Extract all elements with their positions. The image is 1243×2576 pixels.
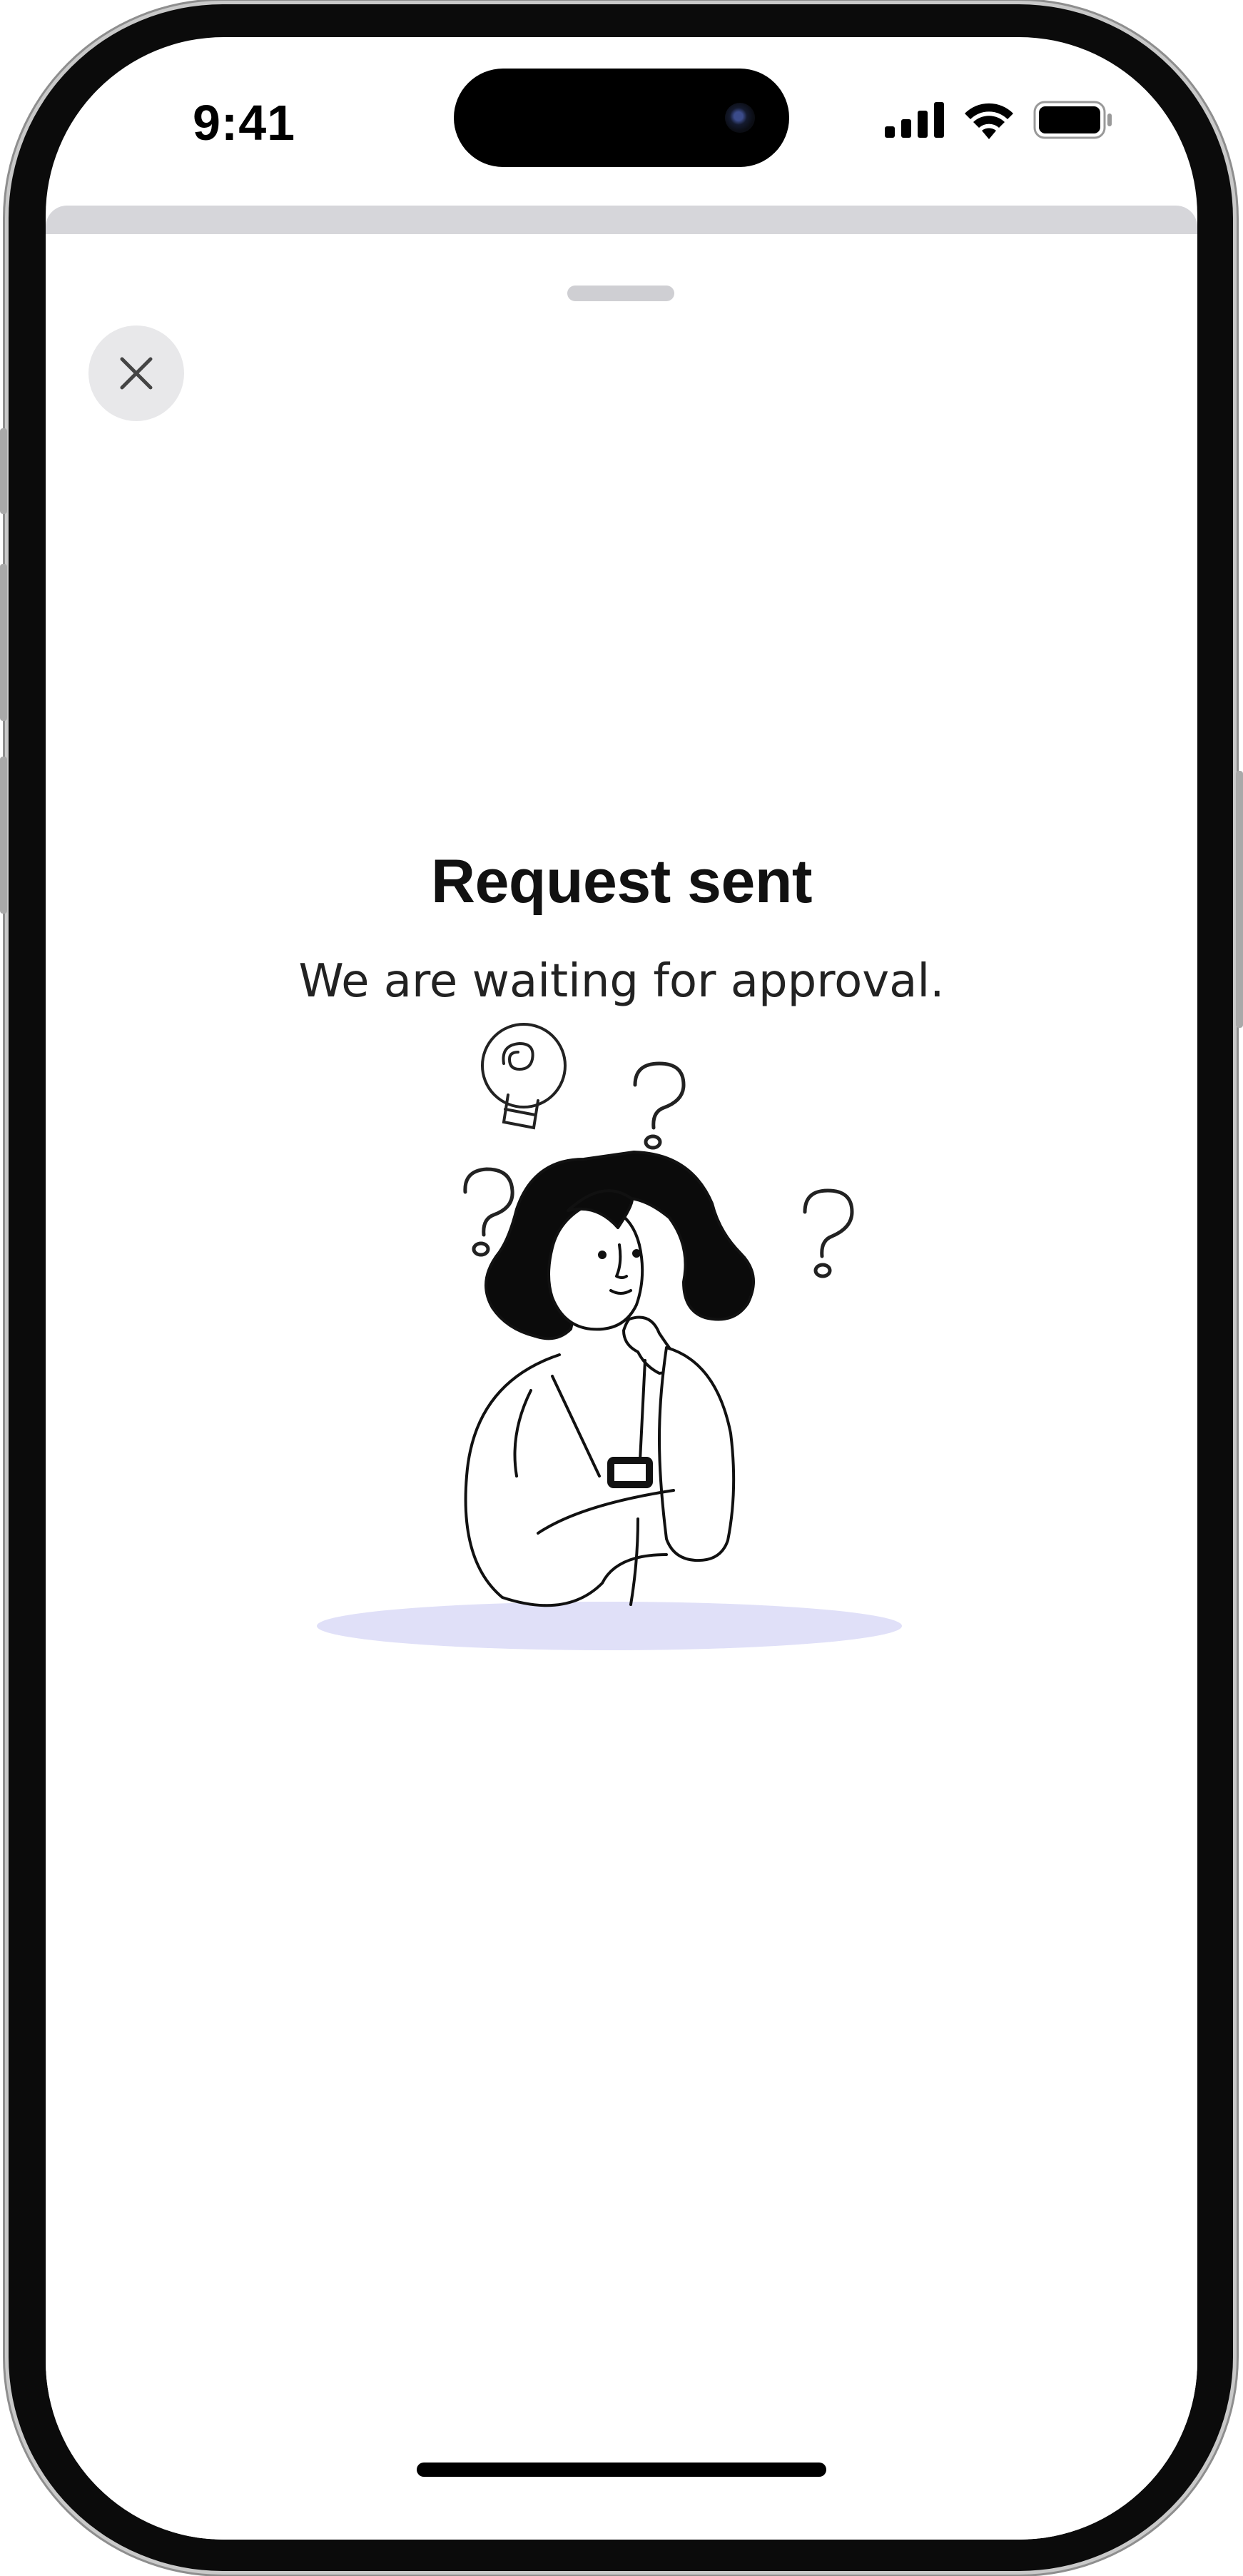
close-button[interactable] — [88, 325, 184, 421]
close-icon — [120, 357, 153, 390]
woman-figure — [464, 1151, 755, 1607]
status-icons — [885, 100, 1113, 140]
power-button — [1236, 771, 1243, 1028]
home-indicator[interactable] — [417, 2463, 826, 2477]
page-subtitle: We are waiting for approval. — [298, 955, 945, 1008]
question-mark-icon — [803, 1188, 854, 1278]
page-title: Request sent — [430, 847, 813, 916]
action-button — [0, 428, 7, 514]
modal-sheet: Request sent We are waiting for approval… — [46, 234, 1197, 2540]
ground-shadow — [317, 1602, 902, 1650]
status-time: 9:41 — [193, 95, 296, 151]
wifi-icon — [965, 103, 1013, 139]
volume-up-button — [0, 564, 7, 721]
screen: 9:41 Request sent We are waiting for app… — [46, 37, 1197, 2540]
sheet-grabber[interactable] — [567, 286, 674, 301]
cellular-signal-icon — [885, 102, 944, 138]
question-mark-icon — [633, 1061, 686, 1150]
dynamic-island — [454, 69, 789, 167]
volume-down-button — [0, 757, 7, 914]
thinking-woman-illustration — [317, 1023, 902, 1650]
battery-icon — [1033, 101, 1112, 139]
lightbulb-icon — [481, 1023, 567, 1130]
camera-icon — [725, 103, 755, 133]
